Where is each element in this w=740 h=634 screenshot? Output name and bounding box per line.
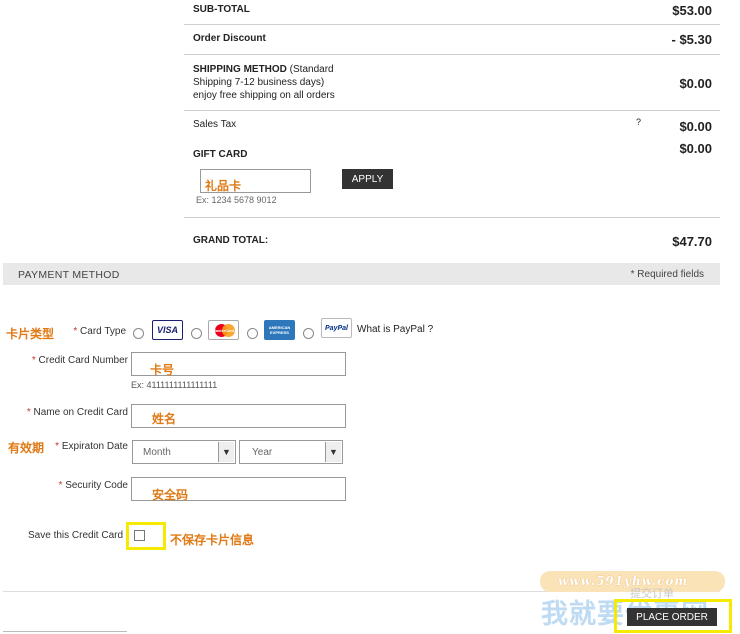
sales-tax-label: Sales Tax	[193, 119, 237, 130]
name-annotation: 姓名	[152, 412, 177, 426]
divider	[184, 217, 720, 218]
save-card-highlight	[126, 522, 166, 550]
payment-method-header: PAYMENT METHOD * Required fields	[3, 263, 720, 285]
visa-icon: VISA	[152, 320, 183, 340]
required-mark: *	[31, 355, 36, 366]
amex-icon: AMERICAN EXPRESS	[264, 320, 295, 340]
security-code-input[interactable]: 安全码	[131, 477, 346, 502]
expiry-label: * Expiraton Date	[48, 441, 128, 452]
discount-value: - $5.30	[671, 32, 712, 47]
shipping-note: enjoy free shipping on all orders	[193, 90, 335, 101]
shipping-title: SHIPPING METHOD	[193, 64, 287, 75]
required-fields-note: * Required fields	[630, 269, 704, 280]
chevron-down-icon: ▼	[325, 442, 341, 462]
gift-card-label: GIFT CARD	[193, 149, 248, 160]
card-type-text: Card Type	[80, 326, 126, 337]
required-mark: *	[58, 480, 63, 491]
expiry-annotation: 有效期	[8, 441, 45, 455]
grand-total-label: GRAND TOTAL:	[193, 235, 269, 246]
cc-number-input[interactable]: 卡号	[131, 352, 346, 377]
security-code-label: * Security Code	[10, 480, 129, 491]
discount-label: Order Discount	[193, 33, 266, 44]
visa-text: VISA	[156, 325, 178, 335]
paypal-icon: PayPal	[321, 318, 352, 338]
expiry-text: Expiraton Date	[61, 441, 128, 452]
shipping-title-rest: (Standard	[286, 64, 334, 75]
card-type-annotation: 卡片类型	[6, 327, 55, 341]
save-card-checkbox[interactable]	[134, 530, 145, 541]
mastercard-text: MasterCard	[212, 327, 235, 333]
shipping-duration: Shipping 7-12 business days)	[193, 77, 325, 88]
card-radio-visa[interactable]	[133, 328, 144, 339]
subtotal-label: SUB-TOTAL	[193, 4, 250, 15]
gift-card-value: $0.00	[679, 141, 712, 156]
year-select-value: Year	[252, 447, 273, 458]
save-card-annotation: 不保存卡片信息	[170, 533, 255, 547]
month-select[interactable]: Month ▼	[132, 440, 236, 464]
divider	[184, 24, 720, 25]
year-select[interactable]: Year ▼	[239, 440, 343, 464]
required-mark: *	[26, 407, 31, 418]
cc-number-example: Ex: 4111111111111111	[131, 380, 218, 390]
mastercard-icon: MasterCard	[208, 320, 239, 340]
name-on-card-label: * Name on Credit Card	[10, 407, 128, 418]
amex-text: AMERICAN EXPRESS	[268, 325, 291, 335]
cc-number-text: Credit Card Number	[38, 355, 128, 366]
name-on-card-input[interactable]: 姓名	[131, 404, 346, 428]
divider	[3, 631, 127, 632]
tax-help-icon[interactable]: ?	[636, 117, 641, 127]
save-card-label: Save this Credit Card	[28, 530, 124, 541]
place-order-button[interactable]: PLACE ORDER	[627, 608, 717, 626]
what-is-paypal-link[interactable]: What is PayPal ?	[357, 324, 433, 335]
security-code-text: Security Code	[65, 480, 128, 491]
cc-number-label: * Credit Card Number	[10, 355, 128, 366]
sales-tax-value: $0.00	[679, 119, 712, 134]
shipping-method-label: SHIPPING METHOD (Standard Shipping 7-12 …	[193, 63, 335, 102]
shipping-value: $0.00	[679, 76, 712, 91]
subtotal-value: $53.00	[672, 3, 712, 18]
divider	[184, 54, 720, 55]
grand-total-value: $47.70	[672, 234, 712, 249]
card-type-label: * Card Type	[60, 326, 126, 337]
security-code-annotation: 安全码	[152, 488, 189, 502]
chevron-down-icon: ▼	[218, 442, 234, 462]
name-on-card-text: Name on Credit Card	[33, 407, 128, 418]
gift-card-annotation: 礼品卡	[205, 179, 242, 193]
gift-card-input[interactable]: 礼品卡	[200, 169, 311, 193]
gift-card-example: Ex: 1234 5678 9012	[196, 195, 277, 205]
month-select-value: Month	[143, 447, 171, 458]
card-radio-mastercard[interactable]	[191, 328, 202, 339]
card-radio-paypal[interactable]	[303, 328, 314, 339]
required-mark: *	[55, 441, 60, 452]
cc-number-annotation: 卡号	[150, 363, 175, 377]
card-radio-amex[interactable]	[247, 328, 258, 339]
required-mark: *	[73, 326, 78, 337]
payment-method-title: PAYMENT METHOD	[18, 269, 120, 281]
apply-button[interactable]: APPLY	[342, 169, 393, 189]
paypal-text: PayPal	[325, 324, 348, 332]
divider	[184, 110, 720, 111]
